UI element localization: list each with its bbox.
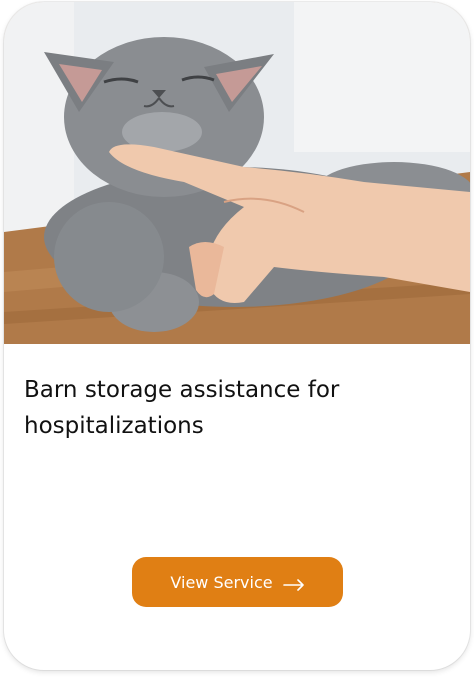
view-service-button[interactable]: View Service xyxy=(132,557,343,607)
service-title: Barn storage assistance for hospitalizat… xyxy=(24,377,340,439)
arrow-right-icon xyxy=(282,576,305,591)
service-card: Barn storage assistance for hospitalizat… xyxy=(4,2,470,670)
view-service-label: View Service xyxy=(170,572,273,592)
service-image xyxy=(4,2,470,344)
